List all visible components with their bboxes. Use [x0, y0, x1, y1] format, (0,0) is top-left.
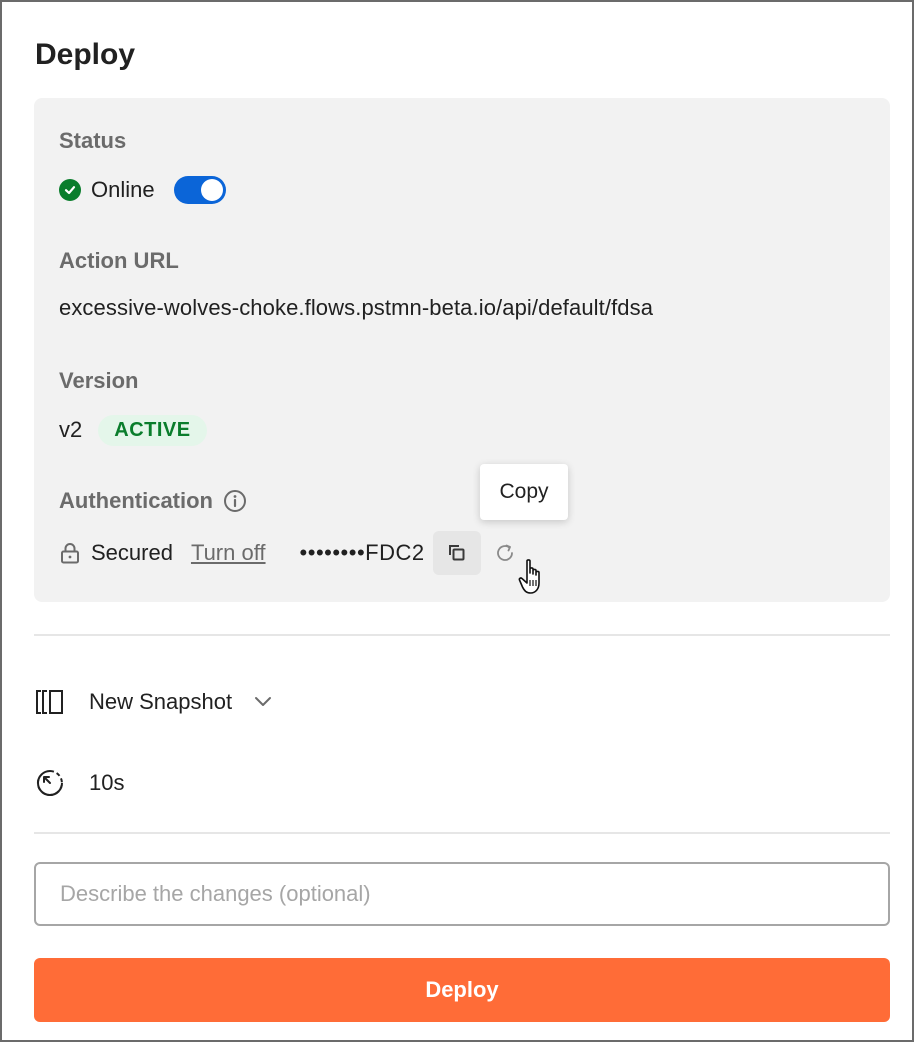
- status-value: Online: [91, 177, 155, 202]
- masked-secret: ••••••••FDC2: [299, 540, 425, 565]
- authentication-row: Secured Turn off ••••••••FDC2: [59, 531, 521, 575]
- action-url-value: excessive-wolves-choke.flows.pstmn-beta.…: [59, 295, 654, 320]
- lock-icon: [59, 542, 81, 564]
- status-row: Online: [59, 176, 226, 204]
- page-title: Deploy: [35, 38, 136, 71]
- version-value: v2: [59, 417, 83, 442]
- refresh-icon: [496, 544, 513, 561]
- toggle-knob: [200, 179, 223, 201]
- deploy-button[interactable]: Deploy: [34, 958, 890, 1022]
- copy-tooltip: Copy: [480, 464, 568, 520]
- status-badge: ACTIVE: [98, 414, 207, 446]
- deployment-info-card: Status Online Action URL excessive-wolve…: [34, 98, 890, 602]
- copy-icon: [448, 545, 465, 561]
- version-row: v2 ACTIVE: [59, 414, 207, 446]
- authentication-label: Authentication: [59, 488, 213, 513]
- deploy-panel: Deploy Status Online Action URL excessiv…: [0, 0, 914, 1042]
- copy-button[interactable]: [432, 531, 481, 575]
- timeout-row: 10s: [35, 768, 124, 798]
- snapshot-label: New Snapshot: [89, 689, 233, 714]
- online-toggle[interactable]: [173, 176, 226, 204]
- authentication-header: Authentication: [59, 488, 247, 514]
- description-input[interactable]: [34, 862, 890, 926]
- timer-icon: [35, 768, 65, 798]
- info-icon[interactable]: [223, 489, 247, 513]
- timeout-value: 10s: [89, 770, 125, 795]
- turn-off-link[interactable]: Turn off: [191, 540, 266, 566]
- check-circle-icon: [59, 179, 81, 201]
- refresh-button[interactable]: [489, 537, 521, 569]
- snapshot-icon: [35, 688, 65, 716]
- snapshot-dropdown[interactable]: New Snapshot: [35, 688, 272, 716]
- status-label: Status: [59, 128, 127, 153]
- divider: [34, 634, 890, 636]
- hand-pointer-cursor-icon: [518, 559, 540, 594]
- chevron-down-icon: [254, 696, 272, 708]
- action-url-label: Action URL: [59, 248, 179, 273]
- version-label: Version: [59, 368, 139, 393]
- divider: [34, 832, 890, 834]
- auth-state: Secured: [91, 540, 173, 565]
